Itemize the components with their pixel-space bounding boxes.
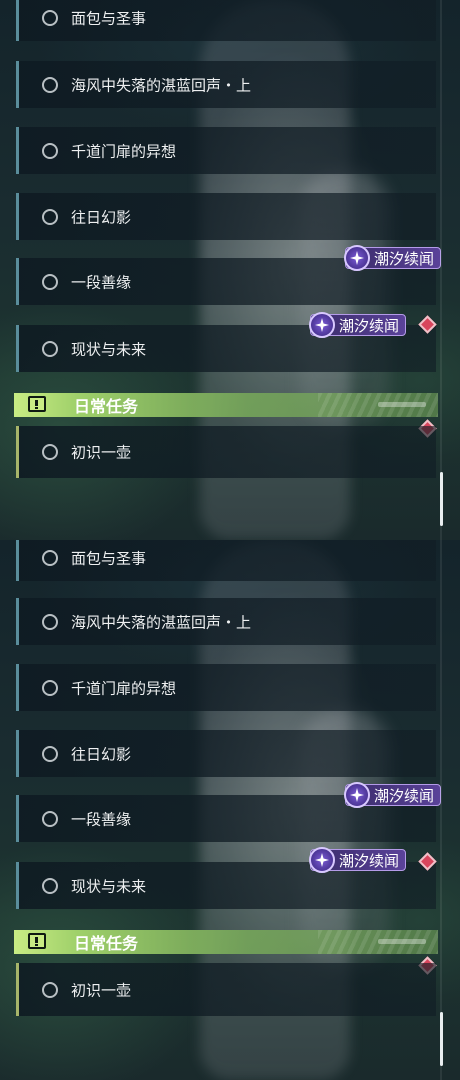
- section-title: 日常任务: [74, 934, 139, 953]
- exclamation-box-icon: [28, 396, 46, 412]
- exclamation-box-icon: [28, 933, 46, 949]
- tide-sparkle-icon: [344, 245, 370, 271]
- section-title: 日常任务: [74, 397, 139, 416]
- quest-label: 往日幻影: [71, 745, 132, 763]
- daily-section-header: 日常任务: [14, 930, 438, 954]
- circle-icon: [42, 877, 58, 894]
- daily-section-header: 日常任务: [14, 393, 438, 417]
- quest-label: 往日幻影: [71, 208, 132, 226]
- quest-label: 初识一壶: [71, 981, 132, 999]
- quest-label: 面包与圣事: [71, 9, 147, 27]
- scrollbar-thumb[interactable]: [440, 1012, 443, 1066]
- quest-label: 海风中失落的湛蓝回声・上: [71, 613, 252, 631]
- quest-row[interactable]: 海风中失落的湛蓝回声・上: [16, 61, 436, 108]
- circle-icon: [42, 613, 58, 630]
- scrollbar-thumb[interactable]: [440, 472, 443, 526]
- tide-sparkle-icon: [309, 847, 335, 873]
- quest-label: 千道门扉的异想: [71, 679, 177, 697]
- header-decoration-text: [378, 402, 426, 407]
- quest-row[interactable]: 海风中失落的湛蓝回声・上: [16, 598, 436, 645]
- tide-event-badge[interactable]: 潮汐续闻: [344, 245, 442, 271]
- quest-row[interactable]: 往日幻影: [16, 193, 436, 240]
- circle-icon: [42, 9, 58, 26]
- header-decoration-text: [378, 939, 426, 944]
- quest-label: 面包与圣事: [71, 549, 147, 567]
- quest-label: 千道门扉的异想: [71, 142, 177, 160]
- circle-icon: [42, 444, 58, 460]
- circle-icon: [42, 208, 58, 225]
- tide-badge-label: 潮汐续闻: [339, 317, 400, 335]
- tide-sparkle-icon: [309, 312, 335, 338]
- scrollbar-track[interactable]: [440, 540, 442, 1080]
- quest-label: 一段善缘: [71, 810, 132, 828]
- circle-icon: [42, 142, 58, 159]
- circle-icon: [42, 810, 58, 827]
- quest-list-panel: 面包与圣事 海风中失落的湛蓝回声・上 千道门扉的异想 往日幻影 一段善缘 现状与…: [0, 0, 460, 540]
- quest-row[interactable]: 面包与圣事: [16, 0, 436, 41]
- quest-label: 一段善缘: [71, 273, 132, 291]
- circle-icon: [42, 981, 58, 998]
- quest-row[interactable]: 面包与圣事: [16, 540, 436, 581]
- tide-sparkle-icon: [344, 782, 370, 808]
- quest-label: 现状与未来: [71, 877, 147, 895]
- tide-event-badge[interactable]: 潮汐续闻: [309, 312, 407, 338]
- daily-quest-row[interactable]: 初识一壶: [16, 426, 436, 478]
- circle-icon: [42, 76, 58, 93]
- tide-event-badge[interactable]: 潮汐续闻: [309, 847, 407, 873]
- daily-quest-row[interactable]: 初识一壶: [16, 963, 436, 1016]
- quest-row[interactable]: 往日幻影: [16, 730, 436, 777]
- circle-icon: [42, 679, 58, 696]
- tide-badge-label: 潮汐续闻: [374, 250, 435, 268]
- quest-list-panel: 面包与圣事 海风中失落的湛蓝回声・上 千道门扉的异想 往日幻影 一段善缘 现状与…: [0, 540, 460, 1080]
- scrollbar-track[interactable]: [440, 0, 442, 540]
- circle-icon: [42, 273, 58, 290]
- quest-row[interactable]: 千道门扉的异想: [16, 127, 436, 174]
- quest-row[interactable]: 千道门扉的异想: [16, 664, 436, 711]
- tide-event-badge[interactable]: 潮汐续闻: [344, 782, 442, 808]
- tide-badge-label: 潮汐续闻: [339, 852, 400, 870]
- circle-icon: [42, 340, 58, 357]
- quest-label: 海风中失落的湛蓝回声・上: [71, 76, 252, 94]
- circle-icon: [42, 745, 58, 762]
- tide-badge-label: 潮汐续闻: [374, 787, 435, 805]
- circle-icon: [42, 549, 58, 566]
- quest-label: 现状与未来: [71, 340, 147, 358]
- quest-label: 初识一壶: [71, 443, 132, 462]
